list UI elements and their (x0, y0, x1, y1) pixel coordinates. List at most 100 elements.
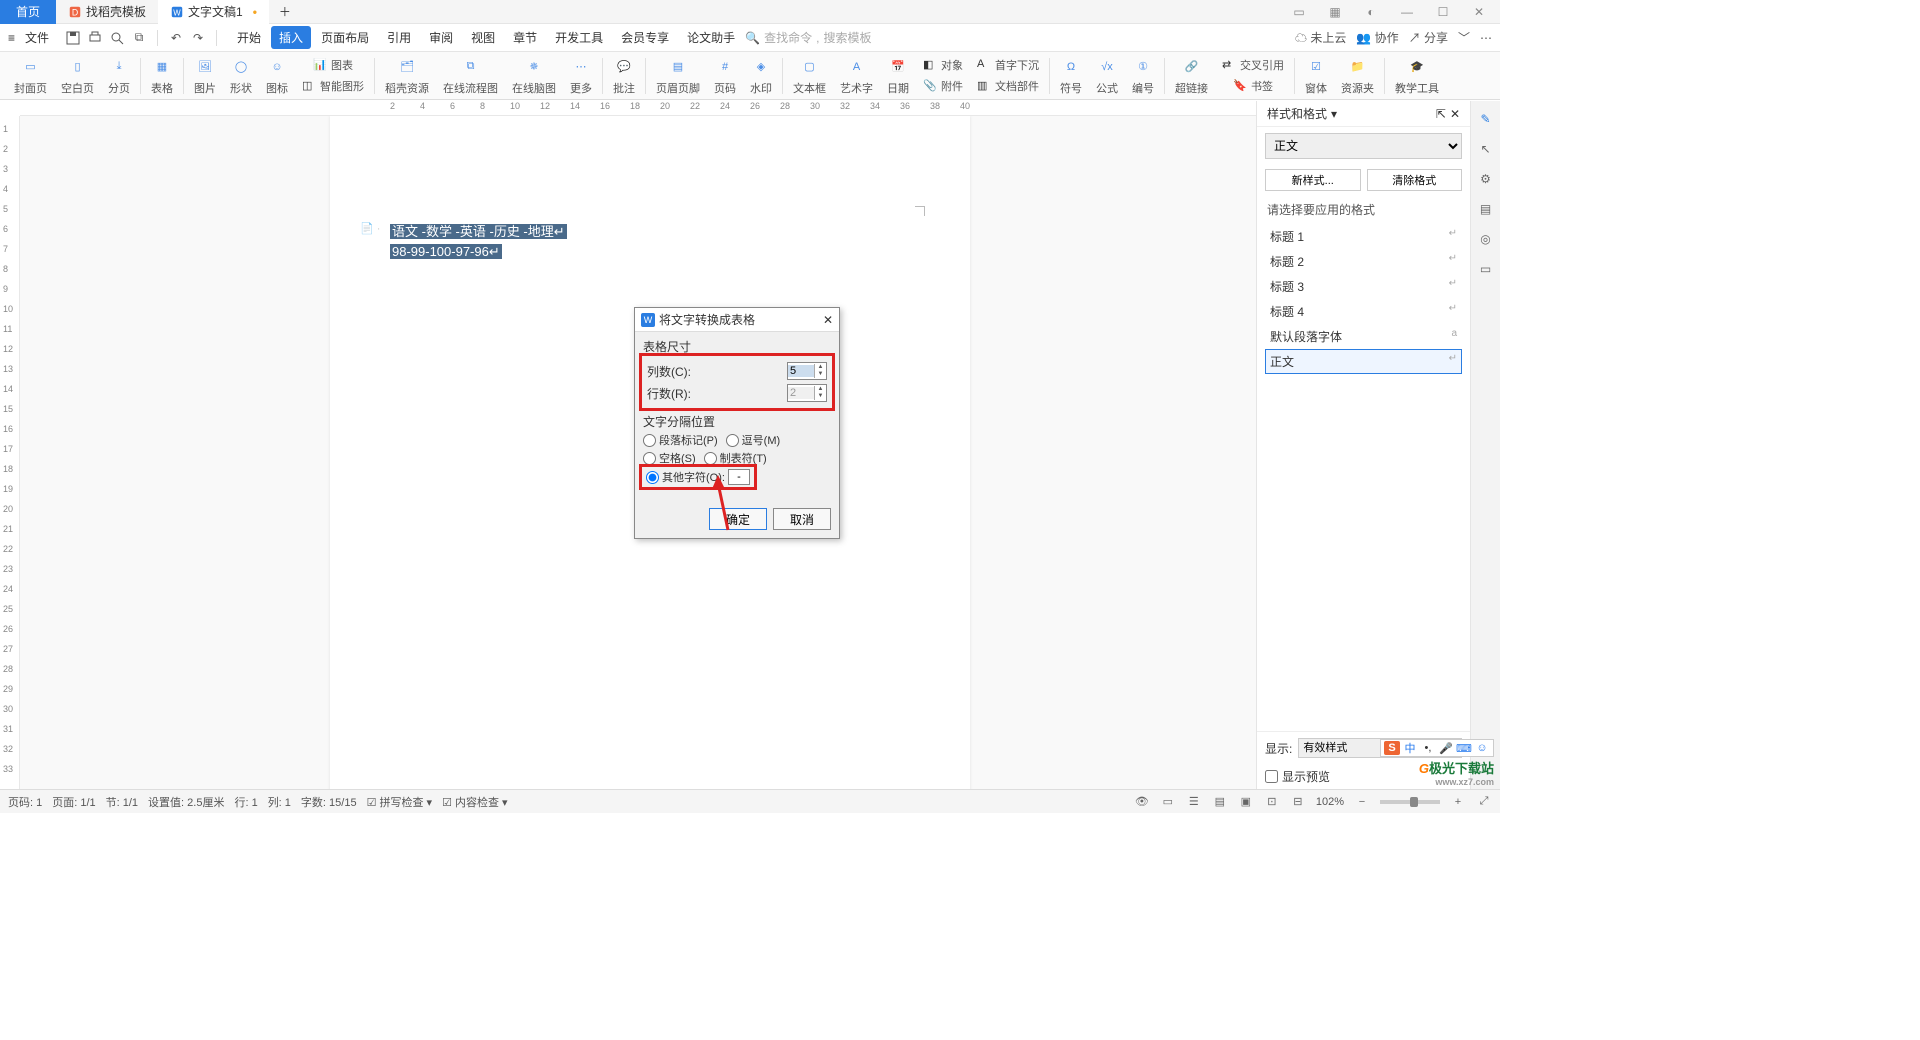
ime-toolbar[interactable]: S 中 •, 🎤 ⌨ ☺ (1380, 739, 1494, 757)
view-page-icon[interactable]: ▭ (1160, 794, 1176, 810)
form-button[interactable]: ☑窗体 (1299, 54, 1333, 98)
share-button[interactable]: ↗ 分享 (1409, 29, 1448, 46)
status-section[interactable]: 节: 1/1 (106, 794, 138, 810)
header-footer-button[interactable]: ▤页眉页脚 (650, 54, 706, 98)
menu-review[interactable]: 审阅 (421, 26, 461, 49)
picture-button[interactable]: 🖼图片 (188, 54, 222, 98)
docparts-button[interactable]: ▥文档部件 (971, 76, 1045, 96)
new-style-button[interactable]: 新样式... (1265, 169, 1361, 191)
object-button[interactable]: ◧对象 (917, 55, 969, 75)
radio-comma[interactable]: 逗号(M) (726, 432, 781, 448)
crossref-button[interactable]: ⇄交叉引用 (1216, 55, 1290, 75)
user-icon[interactable]: ◐ (1358, 2, 1384, 22)
blank-page-button[interactable]: ▯空白页 (55, 54, 100, 98)
menu-start[interactable]: 开始 (229, 26, 269, 49)
equation-button[interactable]: √x公式 (1090, 54, 1124, 98)
style-item-h3[interactable]: 标题 3↵ (1265, 274, 1462, 299)
preview-checkbox[interactable] (1265, 770, 1278, 783)
zoom-in-icon[interactable]: + (1450, 794, 1466, 810)
tab-new[interactable]: ＋ (269, 0, 301, 24)
more-button[interactable]: ⋯更多 (564, 54, 598, 98)
preview-icon[interactable] (109, 30, 125, 46)
style-item-h4[interactable]: 标题 4↵ (1265, 299, 1462, 324)
redo-icon[interactable]: ↷ (190, 30, 206, 46)
style-item-body[interactable]: 正文↵ (1265, 349, 1462, 374)
ime-voice-icon[interactable]: 🎤 (1438, 741, 1454, 755)
menu-thesis[interactable]: 论文助手 (679, 26, 743, 49)
comment-button[interactable]: 💬批注 (607, 54, 641, 98)
resource-folder-button[interactable]: 📁资源夹 (1335, 54, 1380, 98)
status-words[interactable]: 字数: 15/15 (301, 794, 357, 810)
maximize-button[interactable]: ☐ (1430, 2, 1456, 22)
fit-width-icon[interactable]: ⊟ (1290, 794, 1306, 810)
tab-document[interactable]: W 文字文稿1 • (158, 0, 269, 24)
minimize-button[interactable]: — (1394, 2, 1420, 22)
view-outline-icon[interactable]: ☰ (1186, 794, 1202, 810)
style-item-h1[interactable]: 标题 1↵ (1265, 224, 1462, 249)
save-icon[interactable] (65, 30, 81, 46)
current-style-select[interactable]: 正文 (1265, 133, 1462, 159)
ime-lang-icon[interactable]: 中 (1402, 741, 1418, 755)
radio-other[interactable]: 其他字符(O): (646, 469, 725, 485)
chevron-down-icon[interactable]: ﹀ (1458, 29, 1470, 46)
status-col[interactable]: 列: 1 (268, 794, 291, 810)
more-icon[interactable]: ⋯ (1480, 31, 1492, 45)
dropcap-button[interactable]: A首字下沉 (971, 55, 1045, 75)
icons-button[interactable]: ☺图标 (260, 54, 294, 98)
hyperlink-button[interactable]: 🔗超链接 (1169, 54, 1214, 98)
mindmap-button[interactable]: ✵在线脑图 (506, 54, 562, 98)
side-styles-icon[interactable]: ✎ (1476, 109, 1496, 129)
ime-keyboard-icon[interactable]: ⌨ (1456, 741, 1472, 755)
numbering-button[interactable]: ①编号 (1126, 54, 1160, 98)
radio-tab[interactable]: 制表符(T) (704, 450, 767, 466)
date-button[interactable]: 📅日期 (881, 54, 915, 98)
panel-close-icon[interactable]: ✕ (1450, 107, 1460, 121)
file-menu[interactable]: 文件 (17, 26, 57, 49)
doc-line-1[interactable]: 语文 -数学 -英语 -历史 -地理↵ (390, 224, 567, 239)
watermark-button[interactable]: ◈水印 (744, 54, 778, 98)
teaching-tools-button[interactable]: 🎓教学工具 (1389, 54, 1445, 98)
cover-page-button[interactable]: ▭封面页 (8, 54, 53, 98)
menu-pagelayout[interactable]: 页面布局 (313, 26, 377, 49)
radio-space[interactable]: 空格(S) (643, 450, 696, 466)
fit-icon[interactable]: ⊡ (1264, 794, 1280, 810)
status-line[interactable]: 行: 1 (234, 794, 257, 810)
style-item-default-font[interactable]: 默认段落字体a (1265, 324, 1462, 349)
menu-references[interactable]: 引用 (379, 26, 419, 49)
menu-view[interactable]: 视图 (463, 26, 503, 49)
menu-chapter[interactable]: 章节 (505, 26, 545, 49)
symbol-button[interactable]: Ω符号 (1054, 54, 1088, 98)
shapes-button[interactable]: ◯形状 (224, 54, 258, 98)
columns-spinner[interactable]: ▲▼ (787, 362, 827, 380)
command-search[interactable]: 🔍 查找命令, 搜索模板 (745, 29, 871, 46)
side-select-icon[interactable]: ↖ (1476, 139, 1496, 159)
other-char-input[interactable] (728, 469, 750, 485)
wordart-button[interactable]: A艺术字 (834, 54, 879, 98)
copy-icon[interactable]: ⧉ (131, 30, 147, 46)
menu-insert[interactable]: 插入 (271, 26, 311, 49)
status-page[interactable]: 页码: 1 (8, 794, 42, 810)
textbox-button[interactable]: ▢文本框 (787, 54, 832, 98)
cancel-button[interactable]: 取消 (773, 508, 831, 530)
smartart-button[interactable]: ◫智能图形 (296, 76, 370, 96)
ok-button[interactable]: 确定 (709, 508, 767, 530)
chart-button[interactable]: 📊图表 (296, 55, 370, 75)
radio-paragraph[interactable]: 段落标记(P) (643, 432, 718, 448)
view-web-icon[interactable]: ▤ (1212, 794, 1228, 810)
status-setting[interactable]: 设置值: 2.5厘米 (148, 794, 224, 810)
menu-member[interactable]: 会员专享 (613, 26, 677, 49)
undo-icon[interactable]: ↶ (168, 30, 184, 46)
side-location-icon[interactable]: ◎ (1476, 229, 1496, 249)
cloud-status[interactable]: ☁ 未上云 (1295, 29, 1346, 46)
columns-input[interactable] (788, 365, 814, 377)
resources-button[interactable]: 🗂稻壳资源 (379, 54, 435, 98)
tab-templates[interactable]: D 找稻壳模板 (56, 0, 158, 24)
print-icon[interactable] (87, 30, 103, 46)
layout-icon[interactable]: ▭ (1286, 2, 1312, 22)
clear-format-button[interactable]: 清除格式 (1367, 169, 1463, 191)
collab-button[interactable]: 👥 协作 (1356, 29, 1398, 46)
table-button[interactable]: ▦表格 (145, 54, 179, 98)
tab-home[interactable]: 首页 (0, 0, 56, 24)
side-read-icon[interactable]: ▭ (1476, 259, 1496, 279)
zoom-slider[interactable] (1380, 800, 1440, 804)
